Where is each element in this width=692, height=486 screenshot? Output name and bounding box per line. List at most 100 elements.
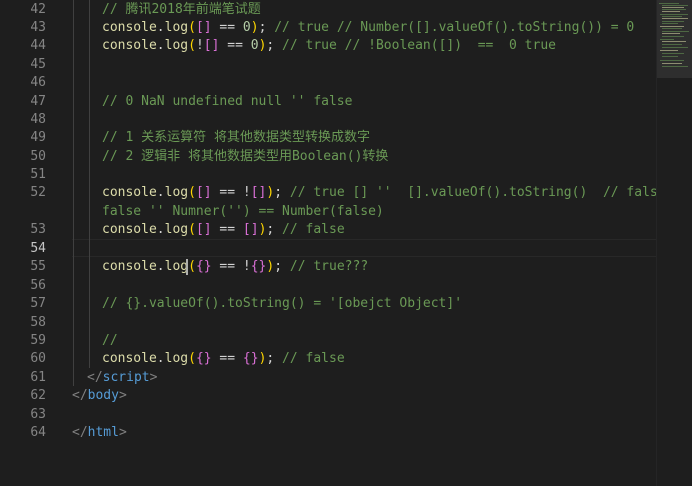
minimap-line <box>662 33 680 34</box>
code-token: 0 <box>250 38 259 53</box>
minimap-line <box>660 39 674 40</box>
code-token: // 1 关系运算符 将其他数据类型转换成数字 <box>102 130 370 145</box>
code-token: log <box>164 38 189 53</box>
code-token: > <box>118 388 127 403</box>
line-number: 54 <box>30 241 46 256</box>
code-token: ( <box>188 185 196 200</box>
code-token: </ <box>72 425 88 440</box>
line-number: 52 <box>30 185 46 200</box>
code-token: [] <box>195 20 212 35</box>
code-token: console <box>102 222 157 237</box>
code-line[interactable]: console.log([] == 0); // true // Number(… <box>102 19 634 37</box>
line-number: 63 <box>30 407 46 422</box>
code-token: . <box>156 185 165 200</box>
code-token: // false <box>282 222 345 237</box>
code-line[interactable]: console.log([] == []); // false <box>102 221 345 239</box>
code-token: 0 <box>242 20 251 35</box>
code-token: ; <box>266 38 283 53</box>
code-token: . <box>156 351 165 366</box>
code-token: // false <box>282 351 345 366</box>
minimap-line <box>662 23 678 24</box>
code-line[interactable]: console.log({} == {}); // false <box>102 350 345 368</box>
code-token: // true // Number([].valueOf().toString(… <box>274 20 635 35</box>
line-number: 50 <box>30 149 46 164</box>
code-token: // <box>102 333 118 348</box>
code-token: == <box>211 351 243 366</box>
code-line[interactable]: false '' Numner('') == Number(false) <box>102 203 384 221</box>
minimap-line <box>660 26 684 27</box>
minimap-line <box>660 60 684 61</box>
code-token: // true??? <box>289 259 369 274</box>
code-token: [] <box>195 222 212 237</box>
line-number: 42 <box>30 2 46 17</box>
minimap-line <box>662 5 688 6</box>
minimap-line <box>662 56 678 57</box>
minimap-line <box>660 14 688 15</box>
minimap-line <box>662 18 688 19</box>
code-line[interactable]: // 2 逻辑非 将其他数据类型用Boolean()转换 <box>102 148 388 166</box>
line-number-gutter: 42 43 44 45 46 47 48 49 50 51 52 53 54 55 56 57 58 59 60 61… <box>0 0 56 486</box>
code-line[interactable]: // 0 NaN undefined null '' false <box>102 93 352 111</box>
code-token: log <box>164 259 189 274</box>
line-number: 55 <box>30 259 46 274</box>
minimap-line <box>660 50 678 51</box>
minimap-line <box>662 41 686 42</box>
code-token: == <box>219 38 251 53</box>
code-line[interactable]: console.log(![] == 0); // true // !Boole… <box>102 37 556 55</box>
minimap[interactable] <box>656 0 692 486</box>
minimap-line <box>659 3 679 4</box>
code-line[interactable]: </body> <box>72 387 127 405</box>
minimap-line <box>662 66 688 67</box>
code-line[interactable]: </script> <box>87 369 157 387</box>
code-line[interactable]: // <box>102 332 118 350</box>
minimap-line <box>662 53 684 54</box>
code-token: // true // !Boolean([]) == 0 true <box>282 38 556 53</box>
code-token: ( <box>188 351 196 366</box>
code-token: // 腾讯2018年前端笔试题 <box>102 2 261 17</box>
code-token: [] <box>203 38 220 53</box>
minimap-line <box>662 7 684 8</box>
code-line[interactable]: console.log([] == ![]); // true [] '' []… <box>102 184 656 202</box>
line-number: 46 <box>30 75 46 90</box>
line-number: 57 <box>30 296 46 311</box>
minimap-line <box>662 21 684 22</box>
code-token: console <box>102 185 157 200</box>
code-token: ; <box>266 222 283 237</box>
code-token: log <box>164 222 189 237</box>
code-line[interactable]: </html> <box>72 424 127 442</box>
code-token: == <box>211 20 243 35</box>
minimap-line <box>662 44 682 45</box>
code-token: // true [] '' [].valueOf().toString() //… <box>289 185 656 200</box>
code-token: log <box>164 185 189 200</box>
minimap-line <box>662 11 680 12</box>
code-token: ( <box>188 38 196 53</box>
code-token: . <box>156 38 165 53</box>
code-token: false '' Numner('') == Number(false) <box>102 204 384 219</box>
code-token: == ! <box>211 259 251 274</box>
line-number: 43 <box>30 20 46 35</box>
line-number: 51 <box>30 167 46 182</box>
code-token: == <box>211 222 243 237</box>
code-token: [] <box>195 185 212 200</box>
code-token: console <box>102 38 157 53</box>
minimap-line <box>662 28 682 29</box>
code-editor[interactable]: 42 43 44 45 46 47 48 49 50 51 52 53 54 55 56 57 58 59 60 61… <box>0 0 656 486</box>
code-token: </ <box>72 388 88 403</box>
code-token: > <box>149 370 158 385</box>
code-token: . <box>156 20 165 35</box>
code-line[interactable]: console.log({} == !{}); // true??? <box>102 258 368 276</box>
code-token: body <box>87 388 119 403</box>
line-number: 45 <box>30 57 46 72</box>
code-token: ; <box>258 20 275 35</box>
code-token: // 2 逻辑非 将其他数据类型用Boolean()转换 <box>102 149 389 164</box>
code-line[interactable]: // 1 关系运算符 将其他数据类型转换成数字 <box>102 129 370 147</box>
code-line[interactable]: // {}.valueOf().toString() = '[obejct Ob… <box>102 295 462 313</box>
code-token: ; <box>274 259 290 274</box>
code-token: {} <box>242 351 259 366</box>
code-token: . <box>156 259 165 274</box>
code-token: ; <box>266 351 283 366</box>
code-line[interactable]: // 腾讯2018年前端笔试题 <box>102 1 261 19</box>
code-token: ; <box>274 185 290 200</box>
line-number: 49 <box>30 130 46 145</box>
code-area[interactable]: // 腾讯2018年前端笔试题 console.log([] == 0); // … <box>72 0 656 486</box>
